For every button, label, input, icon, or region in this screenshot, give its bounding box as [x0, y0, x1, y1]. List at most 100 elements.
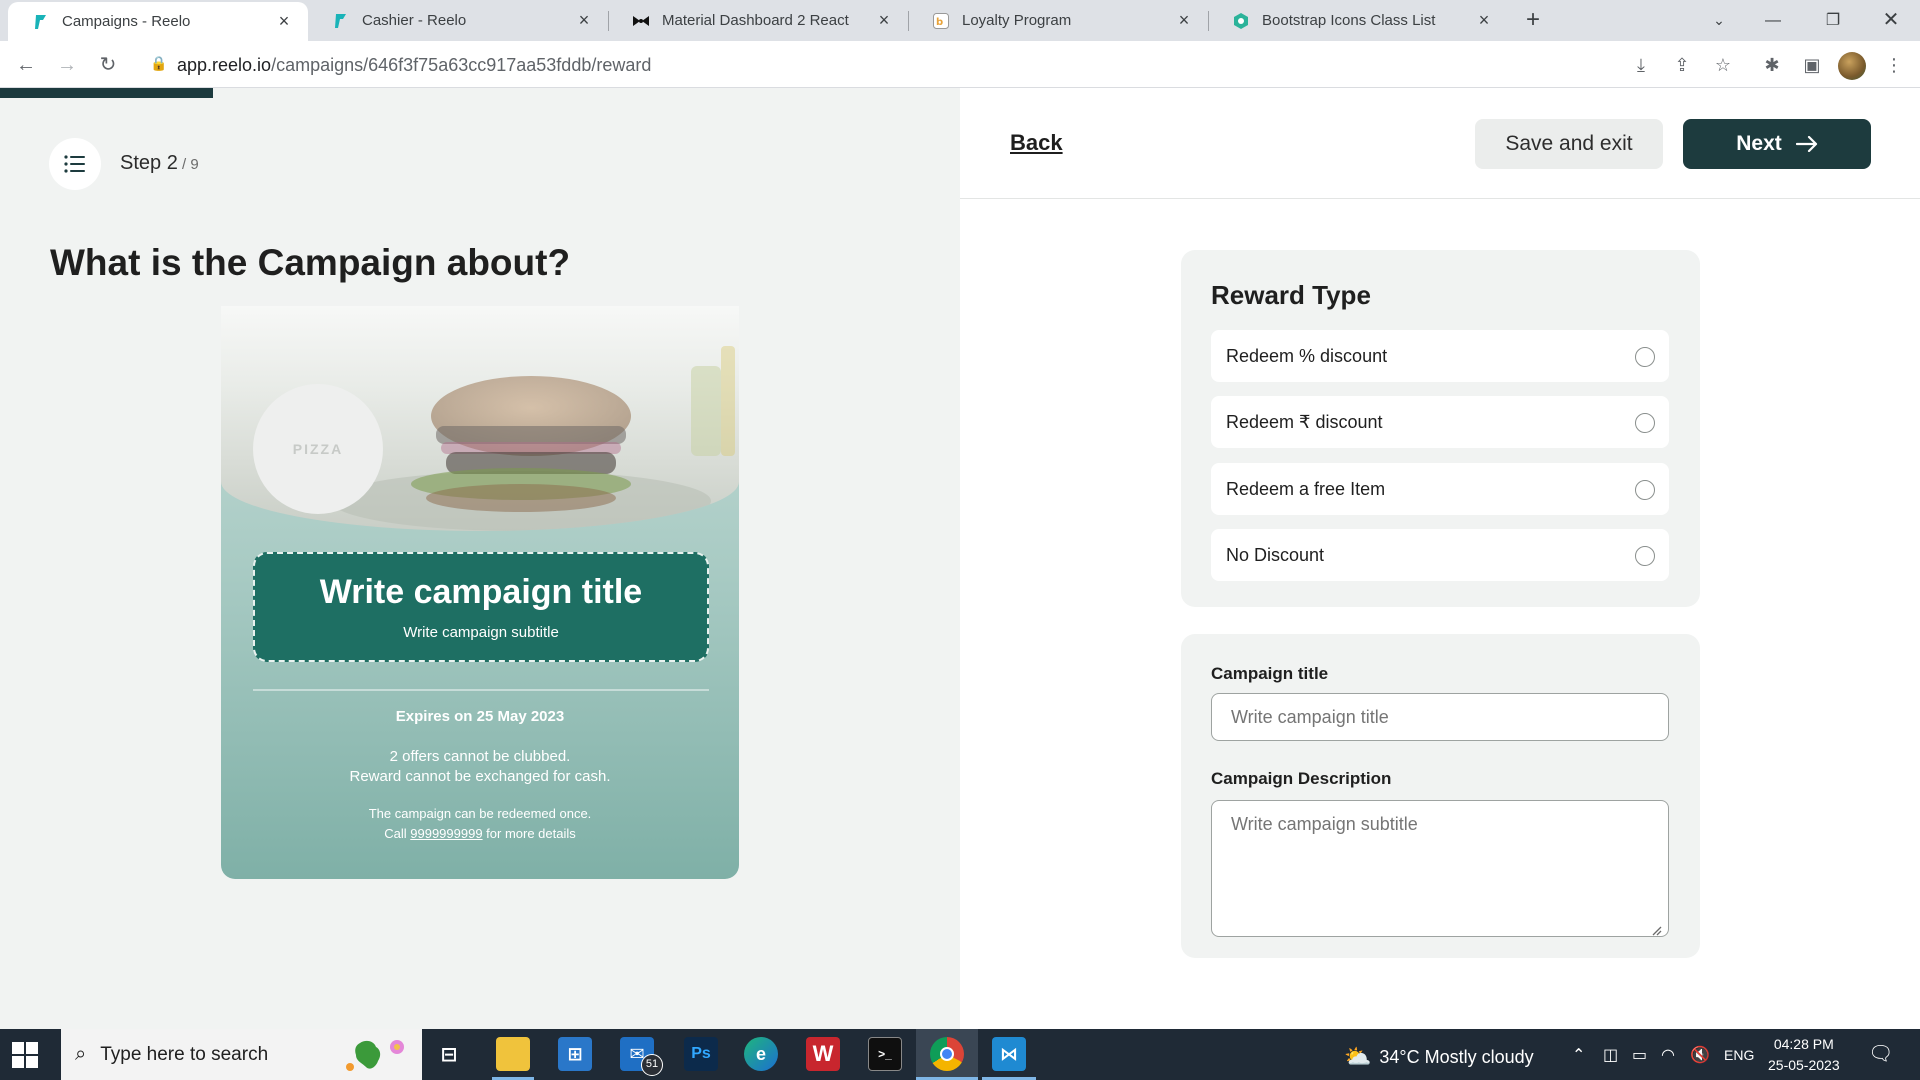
browser-tab-material-dashboard[interactable]: Material Dashboard 2 React × — [608, 0, 908, 41]
search-highlight-art-icon — [346, 1040, 404, 1071]
search-icon: ⌕ — [75, 1043, 87, 1065]
browser-tab-campaigns[interactable]: Campaigns - Reelo × — [8, 2, 308, 41]
radio-button[interactable] — [1635, 480, 1655, 500]
close-tab-icon[interactable]: × — [1474, 10, 1494, 31]
taskbar-search-box[interactable]: ⌕ Type here to search — [61, 1029, 422, 1080]
tab-title: Cashier - Reelo — [362, 12, 467, 29]
battery-icon[interactable]: ▭ — [1632, 1045, 1647, 1065]
option-label: Redeem % discount — [1226, 346, 1388, 366]
show-hidden-icons-chevron-icon[interactable]: ⌃ — [1572, 1045, 1585, 1065]
close-tab-icon[interactable]: × — [1174, 10, 1194, 31]
bookmark-star-icon[interactable]: ☆ — [1709, 51, 1737, 79]
campaign-title-input[interactable] — [1211, 693, 1669, 741]
preview-expiry: Expires on 25 May 2023 — [395, 708, 565, 725]
step-total: / 9 — [177, 156, 199, 173]
tab-title: Bootstrap Icons Class List — [1262, 12, 1436, 29]
browser-toolbar: ← → ↻ 🔒 app.reelo.io/campaigns/646f3f75a… — [0, 41, 1920, 88]
radio-button[interactable] — [1635, 413, 1655, 433]
task-view-icon[interactable]: ⊟ — [432, 1037, 466, 1071]
new-tab-plus-icon[interactable]: + — [1519, 6, 1547, 34]
forward-arrow-icon[interactable]: → — [53, 51, 81, 79]
language-indicator[interactable]: ENG — [1724, 1047, 1754, 1063]
lock-icon: 🔒 — [150, 55, 168, 71]
windows-start-icon[interactable] — [12, 1042, 38, 1068]
address-url[interactable]: app.reelo.io/campaigns/646f3f75a63cc917a… — [177, 55, 651, 76]
microsoft-store-icon[interactable]: ⊞ — [558, 1037, 592, 1071]
terminal-icon[interactable]: >_ — [868, 1037, 902, 1071]
next-label: Next — [1736, 132, 1782, 155]
logo-text: PIZZA — [292, 441, 344, 457]
card-divider — [253, 689, 709, 691]
radio-button[interactable] — [1635, 347, 1655, 367]
cloud-sun-icon: ⛅ — [1344, 1044, 1372, 1069]
browser-tab-loyalty-program[interactable]: b Loyalty Program × — [908, 0, 1208, 41]
taskbar-search-placeholder: Type here to search — [100, 1043, 269, 1065]
bow-tie-favicon-icon — [632, 12, 650, 30]
reward-option-no-discount[interactable]: No Discount — [1211, 529, 1669, 581]
campaign-description-label: Campaign Description — [1211, 769, 1392, 788]
wizard-header: Back Save and exit Next — [960, 88, 1920, 199]
side-panel-icon[interactable]: ▣ — [1798, 51, 1826, 79]
reelo-favicon-icon — [332, 12, 350, 30]
edge-browser-icon[interactable]: e — [744, 1037, 778, 1071]
reward-option-free-item[interactable]: Redeem a free Item — [1211, 463, 1669, 515]
steps-menu-button[interactable] — [49, 138, 101, 190]
save-and-exit-button[interactable]: Save and exit — [1475, 119, 1663, 169]
wizard-progress-bar — [0, 88, 213, 98]
list-icon — [64, 155, 85, 173]
arrow-right-icon — [1795, 136, 1817, 152]
profile-avatar[interactable] — [1838, 52, 1866, 80]
weather-text: 34°C Mostly cloudy — [1379, 1046, 1534, 1067]
system-clock[interactable]: 04:28 PM 25-05-2023 — [1768, 1034, 1840, 1076]
install-app-icon[interactable]: ⤓ — [1627, 51, 1655, 79]
file-explorer-icon[interactable] — [496, 1037, 530, 1071]
minimize-icon[interactable]: — — [1744, 0, 1802, 41]
radio-button[interactable] — [1635, 546, 1655, 566]
volume-muted-icon[interactable]: 🔇 — [1690, 1045, 1710, 1065]
resize-grip-icon[interactable] — [1650, 924, 1662, 936]
option-label: Redeem a free Item — [1226, 479, 1386, 499]
close-tab-icon[interactable]: × — [274, 11, 294, 32]
preview-terms-line: Reward cannot be exchanged for cash. — [349, 768, 611, 785]
reward-option-percent-discount[interactable]: Redeem % discount — [1211, 330, 1669, 382]
notification-center-icon[interactable]: 🗨 — [1868, 1041, 1893, 1066]
browser-tab-strip: Campaigns - Reelo × Cashier - Reelo × Ma… — [0, 0, 1920, 41]
meet-now-icon[interactable]: ◫ — [1603, 1045, 1618, 1065]
address-bar[interactable]: 🔒 app.reelo.io/campaigns/646f3f75a63cc91… — [140, 47, 1740, 83]
loyalty-favicon-icon: b — [932, 12, 950, 30]
extensions-puzzle-icon[interactable]: ✱ — [1758, 51, 1786, 79]
wps-office-icon[interactable]: W — [806, 1037, 840, 1071]
reward-type-heading: Reward Type — [1211, 280, 1371, 310]
chrome-browser-icon[interactable] — [930, 1037, 964, 1071]
campaign-description-textarea[interactable] — [1211, 800, 1669, 937]
restore-window-icon[interactable]: ❐ — [1804, 0, 1862, 41]
option-label: No Discount — [1226, 545, 1325, 565]
next-button[interactable]: Next — [1683, 119, 1871, 169]
share-icon[interactable]: ⇪ — [1668, 51, 1696, 79]
browser-tab-bootstrap-icons[interactable]: Bootstrap Icons Class List × — [1208, 0, 1508, 41]
close-window-icon[interactable]: ✕ — [1862, 0, 1920, 41]
wifi-icon[interactable]: ◠ — [1661, 1045, 1675, 1065]
campaign-title-box[interactable]: Write campaign title Write campaign subt… — [253, 552, 709, 662]
back-arrow-icon[interactable]: ← — [12, 51, 40, 79]
preview-column: Step 2 / 9 What is the Campaign about? P… — [0, 88, 960, 1029]
preview-contact-info: Call 9999999999 for more details — [384, 826, 576, 841]
svg-text:b: b — [936, 17, 943, 28]
photoshop-icon[interactable]: Ps — [684, 1037, 718, 1071]
weather-widget[interactable]: ⛅ 34°C Mostly cloudy — [1344, 1044, 1534, 1070]
close-tab-icon[interactable]: × — [574, 10, 594, 31]
page-title: What is the Campaign about? — [50, 242, 571, 283]
campaign-details-panel: Campaign title Campaign Description — [1181, 634, 1700, 958]
phone-link[interactable]: 9999999999 — [410, 826, 482, 841]
back-link[interactable]: Back — [1010, 130, 1063, 156]
option-label: Redeem ₹ discount — [1226, 412, 1383, 432]
vscode-icon[interactable]: ⋈ — [992, 1037, 1026, 1071]
reward-option-rupee-discount[interactable]: Redeem ₹ discount — [1211, 396, 1669, 448]
preview-campaign-subtitle: Write campaign subtitle — [403, 624, 559, 641]
tab-search-chevron-icon[interactable]: ⌄ — [1690, 0, 1748, 41]
browser-menu-icon[interactable]: ⋮ — [1880, 51, 1908, 79]
browser-tab-cashier[interactable]: Cashier - Reelo × — [308, 0, 608, 41]
clock-date: 25-05-2023 — [1768, 1057, 1840, 1073]
reload-icon[interactable]: ↻ — [94, 51, 122, 79]
close-tab-icon[interactable]: × — [874, 10, 894, 31]
